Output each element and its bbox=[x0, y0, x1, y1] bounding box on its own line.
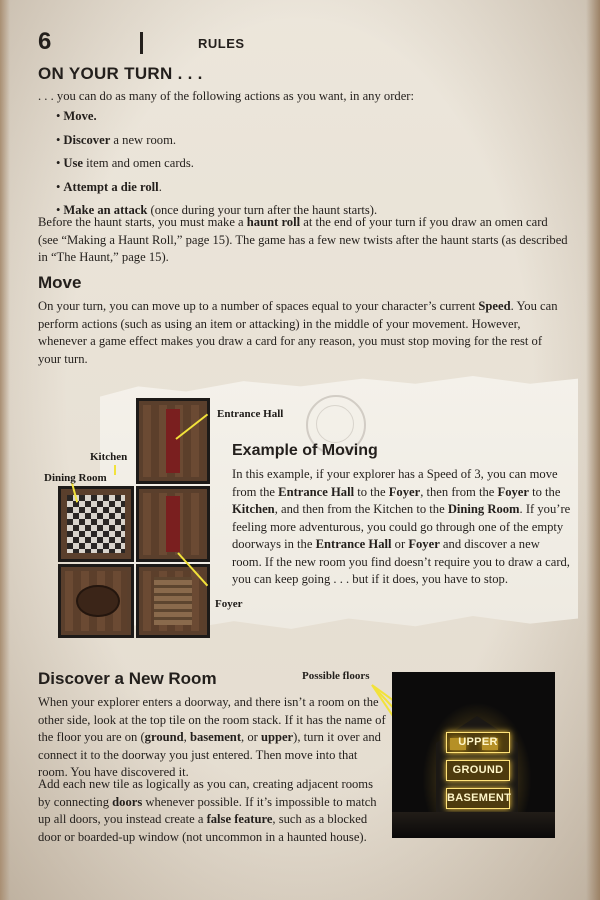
checkered-floor bbox=[67, 495, 125, 553]
haunt-roll-paragraph: Before the haunt starts, you must make a… bbox=[38, 215, 568, 264]
page-number: 6 bbox=[38, 28, 52, 55]
rug bbox=[166, 409, 180, 473]
label-foyer: Foyer bbox=[215, 598, 243, 610]
label-entrance-hall: Entrance Hall bbox=[217, 408, 284, 420]
rug bbox=[166, 496, 180, 552]
page-header: 6 RULES bbox=[38, 28, 438, 58]
floor-tag-ground: GROUND bbox=[446, 760, 510, 781]
header-divider bbox=[140, 32, 143, 54]
postmark-stamp-inner bbox=[316, 405, 354, 443]
possible-floors-caption: Possible floors bbox=[302, 670, 370, 682]
discover-paragraph-2: Add each new tile as logically as you ca… bbox=[38, 777, 377, 844]
staircase bbox=[153, 576, 193, 626]
kitchen-tile bbox=[58, 486, 134, 562]
dining-table bbox=[76, 584, 120, 618]
section-label: RULES bbox=[198, 36, 245, 51]
example-paragraph: In this example, if your explorer has a … bbox=[232, 467, 571, 586]
foyer-tile bbox=[136, 486, 210, 562]
move-paragraph: On your turn, you can move up to a numbe… bbox=[38, 299, 558, 366]
floor-tag-basement: BASEMENT bbox=[446, 788, 511, 809]
action-item: Attempt a die roll. bbox=[56, 179, 576, 203]
action-item: Move. bbox=[56, 108, 576, 132]
ground-strip bbox=[392, 812, 555, 838]
discover-paragraph-1: When your explorer enters a doorway, and… bbox=[38, 695, 386, 779]
leader-line bbox=[114, 465, 116, 475]
action-item: Use item and omen cards. bbox=[56, 155, 576, 179]
entrance-hall-tile bbox=[136, 398, 210, 484]
action-list: Move. Discover a new room. Use item and … bbox=[56, 108, 576, 226]
room-map-illustration bbox=[58, 398, 213, 638]
haunted-house-illustration: UPPER GROUND BASEMENT bbox=[392, 672, 555, 838]
dining-room-tile bbox=[58, 564, 134, 638]
floor-tag-upper: UPPER bbox=[446, 732, 510, 753]
page-edge-left bbox=[0, 0, 10, 900]
move-heading: Move bbox=[38, 273, 82, 292]
example-title: Example of Moving bbox=[232, 442, 378, 459]
label-dining-room: Dining Room bbox=[44, 472, 107, 484]
page-edge-right bbox=[586, 0, 600, 900]
turn-intro: . . . you can do as many of the followin… bbox=[38, 89, 414, 103]
action-item: Discover a new room. bbox=[56, 132, 576, 156]
label-kitchen: Kitchen bbox=[90, 451, 128, 463]
on-your-turn-heading: ON YOUR TURN . . . bbox=[38, 64, 203, 83]
discover-heading: Discover a New Room bbox=[38, 669, 217, 688]
